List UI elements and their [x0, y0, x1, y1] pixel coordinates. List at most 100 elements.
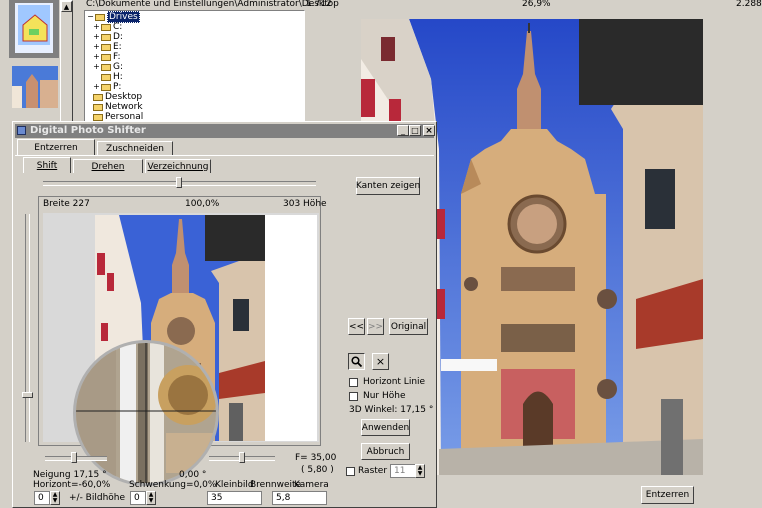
schwenk-field[interactable]: 0 [130, 491, 146, 505]
tree-item-p[interactable]: + P: [87, 82, 121, 92]
expand-icon[interactable]: + [93, 52, 100, 62]
tree-item-network[interactable]: Network [87, 102, 143, 112]
tab-entzerren[interactable]: Entzerren [17, 139, 95, 155]
magnifier-loupe[interactable] [73, 340, 219, 486]
tree-item-label: Desktop [105, 92, 143, 102]
collapse-icon[interactable]: − [87, 12, 94, 22]
neigung-slider-thumb[interactable] [71, 452, 77, 463]
dialog-title: Digital Photo Shifter [30, 125, 146, 136]
folder-icon [93, 103, 103, 111]
kleinbild-label: Kleinbild [215, 480, 254, 490]
preview-zoom-label: 100,0% [185, 199, 220, 209]
next-button[interactable]: >> [367, 318, 384, 335]
magnifier-icon [76, 343, 216, 483]
top-status-bar: C:\Dokumente und Einstellungen\Administr… [0, 0, 762, 9]
minimize-button[interactable]: _ [397, 125, 409, 136]
raster-value: 11 [394, 466, 406, 476]
tree-item-label: C: [113, 22, 123, 32]
raster-checkbox[interactable] [346, 467, 355, 476]
tab-label: Zuschneiden [106, 143, 164, 154]
horizont-linie-checkbox[interactable] [349, 378, 358, 387]
tab-label: Verzeichnung [147, 161, 209, 172]
magnify-close-button[interactable]: × [372, 353, 389, 370]
folder-icon [95, 13, 105, 21]
tree-item-e[interactable]: + E: [87, 42, 122, 52]
dialog-titlebar[interactable]: Digital Photo Shifter _ □ × [15, 124, 435, 138]
folder-icon [101, 83, 111, 91]
tree-item-f[interactable]: + F: [87, 52, 121, 62]
tree-item-label: Network [105, 102, 143, 112]
focal-f-label: F= 35,00 [295, 453, 337, 463]
kamera-field[interactable]: 5,8 [272, 491, 327, 505]
value1-label: 1.712 [306, 0, 332, 9]
thumbnail-image-1[interactable] [15, 3, 53, 53]
tab-label: Shift [36, 160, 58, 171]
entzerren-main-button[interactable]: Entzerren [641, 486, 694, 504]
nur-hoehe-checkbox[interactable] [349, 392, 358, 401]
horizontal-slider-thumb[interactable] [176, 177, 182, 188]
close-button[interactable]: × [423, 125, 435, 136]
schwenk-slider-thumb[interactable] [239, 452, 245, 463]
bildhoehe-label: +/- Bildhöhe [69, 493, 126, 503]
nur-hoehe-label: Nur Höhe [363, 391, 406, 401]
tree-item-c[interactable]: + C: [87, 22, 122, 32]
kanten-zeigen-button[interactable]: Kanten zeigen [356, 177, 420, 195]
folder-icon [93, 93, 103, 101]
raster-label: Raster [358, 466, 388, 476]
magnify-toggle-button[interactable] [348, 353, 365, 370]
expand-icon[interactable]: + [93, 22, 100, 32]
expand-icon[interactable]: + [93, 32, 100, 42]
raster-spinner[interactable]: 11 [390, 464, 416, 478]
anwenden-button[interactable]: Anwenden [361, 419, 410, 436]
tree-item-label: P: [113, 82, 122, 92]
horizont-label: Horizont=-60,0% [33, 480, 111, 490]
schwenk-spin-buttons[interactable]: ▲ ▼ [146, 491, 156, 505]
original-button[interactable]: Original [389, 318, 428, 335]
expand-icon[interactable]: + [93, 42, 100, 52]
vertical-slider-track[interactable] [25, 214, 30, 442]
maximize-button[interactable]: □ [409, 125, 421, 136]
tab-label: Drehen [91, 161, 125, 172]
tree-item-label: E: [113, 42, 122, 52]
horizont-linie-label: Horizont Linie [363, 377, 426, 387]
tab-shift[interactable]: Shift [23, 157, 71, 173]
folder-icon [101, 43, 111, 51]
tree-item-desktop[interactable]: Desktop [87, 92, 142, 102]
close-icon: × [375, 355, 386, 368]
church-thumbnail-icon [12, 66, 58, 108]
vertical-slider-thumb[interactable] [22, 392, 33, 398]
kleinbild-field[interactable]: 35 [207, 491, 262, 505]
tab-drehen[interactable]: Drehen [73, 159, 143, 173]
folder-tree[interactable]: − Drives + C: + D: + E: + F: + G: H: + P: Deskt… [84, 10, 305, 124]
expand-icon[interactable]: + [93, 82, 100, 92]
folder-icon [93, 113, 103, 121]
preview-width-label: Breite 227 [43, 199, 90, 209]
tree-item-g[interactable]: + G: [87, 62, 123, 72]
tree-item-h[interactable]: H: [87, 72, 123, 82]
abbruch-button[interactable]: Abbruch [361, 443, 410, 460]
tree-item-label: G: [113, 62, 124, 72]
tree-item-drives[interactable]: − Drives [87, 11, 140, 23]
angle-3d-label: 3D Winkel: 17,15 ° [349, 405, 434, 415]
folder-icon [101, 53, 111, 61]
bildhoehe-spin-buttons[interactable]: ▲ ▼ [50, 491, 60, 505]
tree-item-label: F: [113, 52, 121, 62]
tab-zuschneiden[interactable]: Zuschneiden [97, 141, 173, 155]
schwenk-label: Schwenkung=0,0% [129, 480, 217, 490]
thumbnail-image-2[interactable] [12, 66, 58, 108]
tree-item-d[interactable]: + D: [87, 32, 123, 42]
schwenk-value: 0 [134, 493, 140, 503]
folder-icon [101, 63, 111, 71]
thumbnail-selected-frame[interactable] [9, 0, 59, 58]
raster-spin-buttons[interactable]: ▲ ▼ [415, 464, 425, 478]
bildhoehe-field[interactable]: 0 [34, 491, 50, 505]
scroll-up-button[interactable]: ▲ [61, 1, 72, 12]
preview-height-label: 303 Höhe [283, 199, 327, 209]
tree-item-label: H: [113, 72, 123, 82]
prev-button[interactable]: << [348, 318, 365, 335]
app-icon [17, 126, 26, 135]
folder-icon [101, 33, 111, 41]
expand-icon[interactable]: + [93, 62, 100, 72]
tab-verzeichnung[interactable]: Verzeichnung [145, 159, 211, 173]
tab-panel-border [15, 155, 434, 156]
